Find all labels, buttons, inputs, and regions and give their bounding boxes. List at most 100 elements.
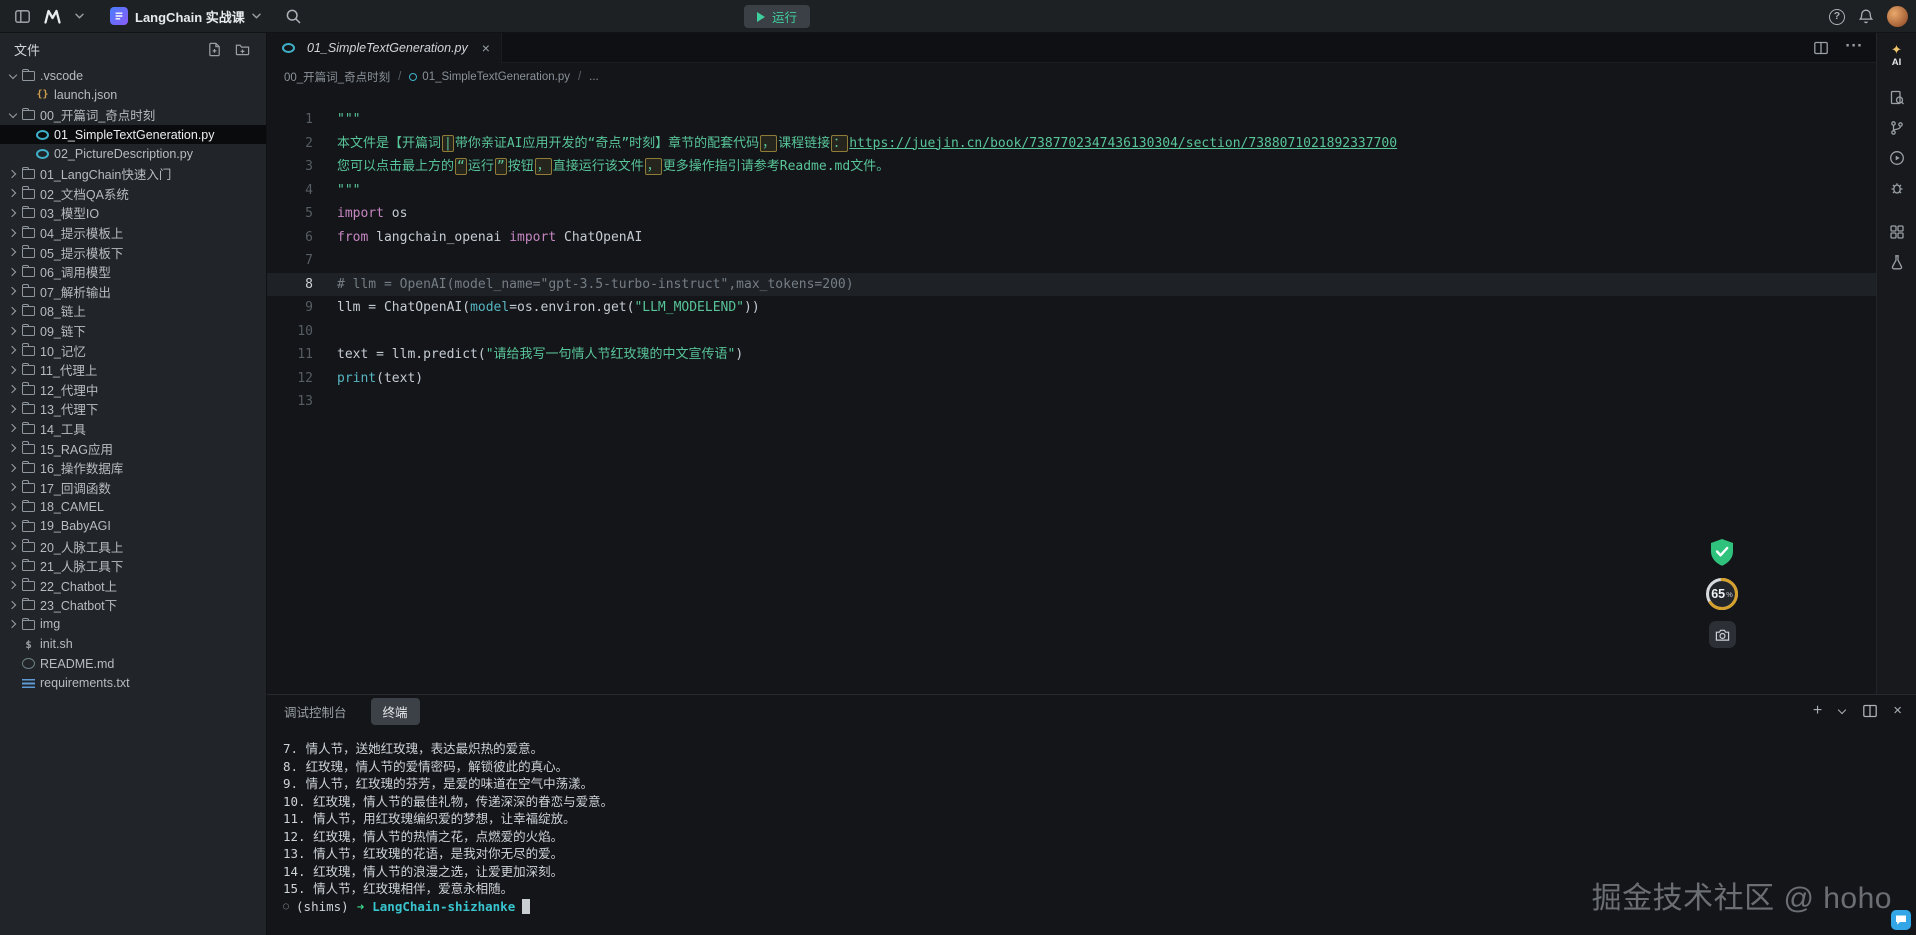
folder-chevron-icon[interactable]: [6, 578, 20, 592]
folder-chevron-icon[interactable]: [6, 363, 20, 377]
terminal-dropdown-icon[interactable]: [1837, 706, 1847, 716]
tree-item[interactable]: 14_工具: [0, 419, 266, 439]
tree-item[interactable]: .vscode: [0, 66, 266, 86]
shield-check-icon[interactable]: [1709, 538, 1735, 567]
code-line[interactable]: 6from langchain_openai import ChatOpenAI: [267, 226, 1876, 250]
tree-item[interactable]: requirements.txt: [0, 673, 266, 693]
tree-item[interactable]: 15_RAG应用: [0, 438, 266, 458]
layout-toggle-icon[interactable]: [10, 4, 34, 28]
new-folder-icon[interactable]: [235, 42, 250, 57]
help-icon[interactable]: [1829, 9, 1845, 25]
code-line[interactable]: 10: [267, 320, 1876, 344]
code-line[interactable]: 7: [267, 249, 1876, 273]
tree-item[interactable]: 03_模型IO: [0, 203, 266, 223]
tree-item[interactable]: {}launch.json: [0, 86, 266, 106]
folder-chevron-icon[interactable]: [6, 265, 20, 279]
tab-terminal[interactable]: 终端: [371, 698, 420, 725]
course-link[interactable]: https://juejin.cn/book/73877023474361303…: [849, 136, 1397, 151]
folder-chevron-icon[interactable]: [6, 519, 20, 533]
tree-item[interactable]: 05_提示模板下: [0, 242, 266, 262]
folder-chevron-icon[interactable]: [6, 500, 20, 514]
camera-icon[interactable]: [1709, 621, 1736, 648]
file-search-icon[interactable]: [1889, 90, 1905, 106]
folder-chevron-icon[interactable]: [6, 324, 20, 338]
tree-item[interactable]: 06_调用模型: [0, 262, 266, 282]
code-line[interactable]: 11text = llm.predict("请给我写一句情人节红玫瑰的中文宣传语…: [267, 343, 1876, 367]
split-editor-icon[interactable]: [1813, 40, 1829, 56]
more-actions-icon[interactable]: [1845, 44, 1863, 51]
folder-chevron-icon[interactable]: [6, 304, 20, 318]
code-line[interactable]: 2本文件是【开篇词|带你亲证AI应用开发的“奇点”时刻】章节的配套代码，课程链接…: [267, 132, 1876, 156]
code-line[interactable]: 9llm = ChatOpenAI(model=os.environ.get("…: [267, 296, 1876, 320]
debug-icon[interactable]: [1889, 150, 1905, 166]
run-button[interactable]: 运行: [744, 5, 810, 28]
tree-item[interactable]: 02_PictureDescription.py: [0, 144, 266, 164]
folder-chevron-icon[interactable]: [6, 284, 20, 298]
split-panel-icon[interactable]: [1862, 703, 1878, 719]
close-tab-icon[interactable]: [482, 41, 490, 55]
folder-chevron-icon[interactable]: [6, 441, 20, 455]
folder-chevron-icon[interactable]: [6, 167, 20, 181]
logo-chevron-down-icon[interactable]: [67, 4, 91, 28]
tab-debug-console[interactable]: 调试控制台: [284, 702, 347, 721]
folder-chevron-icon[interactable]: [6, 382, 20, 396]
folder-chevron-icon[interactable]: [6, 108, 20, 122]
tree-item[interactable]: 10_记忆: [0, 340, 266, 360]
code-line[interactable]: 8# llm = OpenAI(model_name="gpt-3.5-turb…: [267, 273, 1876, 297]
ai-assistant-button[interactable]: ✦ AI: [1891, 43, 1902, 68]
breadcrumb-file[interactable]: 01_SimpleTextGeneration.py: [409, 71, 570, 83]
tree-item[interactable]: 13_代理下: [0, 399, 266, 419]
tree-item[interactable]: README.md: [0, 654, 266, 674]
tree-item[interactable]: 17_回调函数: [0, 477, 266, 497]
code-line[interactable]: 4""": [267, 179, 1876, 203]
tree-item[interactable]: 00_开篇词_奇点时刻: [0, 105, 266, 125]
workspace-switcher[interactable]: LangChain 实战课: [103, 4, 268, 29]
folder-chevron-icon[interactable]: [6, 343, 20, 357]
folder-chevron-icon[interactable]: [6, 421, 20, 435]
close-panel-icon[interactable]: [1893, 702, 1902, 720]
breadcrumb-folder[interactable]: 00_开篇词_奇点时刻: [284, 69, 390, 85]
bell-icon[interactable]: [1858, 8, 1874, 25]
new-file-icon[interactable]: [207, 42, 222, 57]
extensions-icon[interactable]: [1889, 224, 1905, 240]
tree-item[interactable]: 18_CAMEL: [0, 497, 266, 517]
tree-item[interactable]: 02_文档QA系统: [0, 184, 266, 204]
tree-item[interactable]: 19_BabyAGI: [0, 517, 266, 537]
tree-item[interactable]: 08_链上: [0, 301, 266, 321]
flask-icon[interactable]: [1889, 254, 1905, 270]
bug-icon[interactable]: [1889, 180, 1905, 196]
search-icon[interactable]: [282, 4, 306, 28]
folder-chevron-icon[interactable]: [6, 539, 20, 553]
tree-item[interactable]: 23_Chatbot下: [0, 595, 266, 615]
tree-item[interactable]: 21_人脉工具下: [0, 556, 266, 576]
code-line[interactable]: 13: [267, 390, 1876, 414]
new-terminal-icon[interactable]: [1813, 702, 1822, 720]
folder-chevron-icon[interactable]: [6, 186, 20, 200]
code-line[interactable]: 12print(text): [267, 367, 1876, 391]
folder-chevron-icon[interactable]: [6, 617, 20, 631]
code-line[interactable]: 5import os: [267, 202, 1876, 226]
code-line[interactable]: 1""": [267, 108, 1876, 132]
tree-item[interactable]: 16_操作数据库: [0, 458, 266, 478]
tree-item[interactable]: $init.sh: [0, 634, 266, 654]
tree-item[interactable]: 11_代理上: [0, 360, 266, 380]
score-ring[interactable]: 65%: [1704, 576, 1740, 612]
tree-item[interactable]: 07_解析输出: [0, 282, 266, 302]
avatar[interactable]: [1887, 6, 1908, 27]
tree-item[interactable]: 01_SimpleTextGeneration.py: [0, 125, 266, 145]
tree-item[interactable]: 22_Chatbot上: [0, 575, 266, 595]
folder-chevron-icon[interactable]: [6, 402, 20, 416]
folder-chevron-icon[interactable]: [6, 206, 20, 220]
folder-chevron-icon[interactable]: [6, 559, 20, 573]
editor-tab[interactable]: 01_SimpleTextGeneration.py: [267, 33, 502, 63]
git-branch-icon[interactable]: [1889, 120, 1905, 136]
code-line[interactable]: 3您可以点击最上方的“运行”按钮，直接运行该文件，更多操作指引请参考Readme…: [267, 155, 1876, 179]
tree-item[interactable]: img: [0, 615, 266, 635]
marscode-logo[interactable]: [40, 4, 64, 28]
tree-item[interactable]: 04_提示模板上: [0, 223, 266, 243]
feedback-chat-icon[interactable]: [1891, 910, 1911, 930]
tree-item[interactable]: 09_链下: [0, 321, 266, 341]
folder-chevron-icon[interactable]: [6, 461, 20, 475]
folder-chevron-icon[interactable]: [6, 480, 20, 494]
code-editor[interactable]: 1"""2本文件是【开篇词|带你亲证AI应用开发的“奇点”时刻】章节的配套代码，…: [267, 91, 1876, 694]
